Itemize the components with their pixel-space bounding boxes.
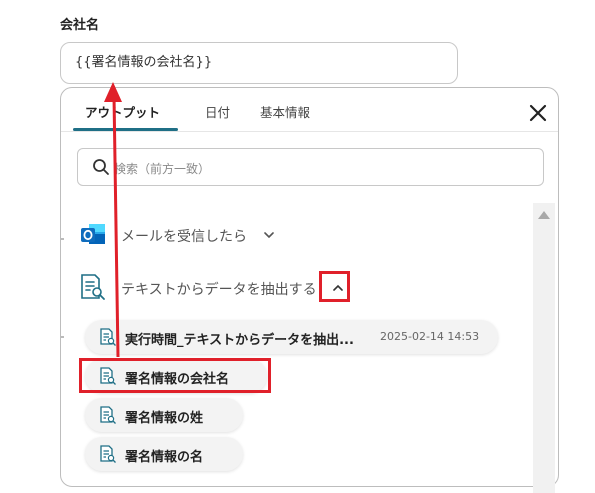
annotation-arrow <box>104 82 122 358</box>
